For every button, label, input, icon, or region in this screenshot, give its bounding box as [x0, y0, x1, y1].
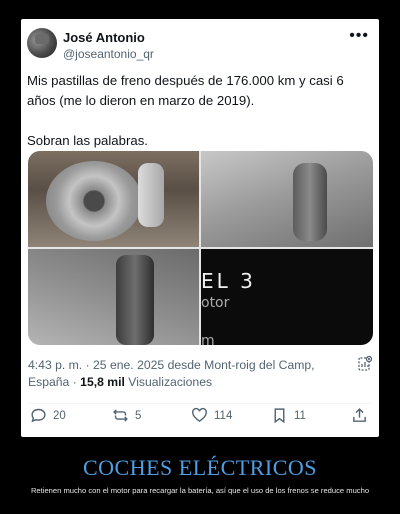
retweet-count: 5 [135, 409, 142, 422]
media-photo-brake-pad-closeup[interactable] [28, 249, 199, 345]
views-label: Visualizaciones [128, 375, 213, 389]
media-text: m [201, 333, 215, 345]
share-icon [353, 408, 366, 422]
media-text: EL 3 [201, 269, 256, 293]
caption-title: COCHES ELÉCTRICOS [82, 455, 318, 480]
reply-count: 20 [53, 409, 66, 422]
views-count: 15,8 mil [80, 375, 125, 389]
bookmark-button[interactable]: 11 [271, 407, 306, 424]
brake-pad-image [293, 163, 327, 241]
action-bar: 20 5 114 11 [21, 407, 379, 429]
media-photo-brake-pad[interactable] [201, 151, 373, 247]
media-grid: EL 3 otor m [28, 151, 373, 345]
author-name[interactable]: José Antonio [63, 30, 145, 45]
tweet-text-paragraph: Sobran las palabras. [27, 133, 148, 148]
bookmark-icon [274, 408, 285, 424]
retweet-icon [113, 409, 128, 422]
divider [28, 403, 372, 404]
share-button[interactable] [351, 407, 368, 424]
tweet-text: Mis pastillas de freno después de 176.00… [27, 71, 372, 151]
media-text: otor [201, 295, 230, 311]
reply-button[interactable]: 20 [30, 407, 66, 424]
avatar[interactable] [27, 28, 57, 58]
tweet-card: José Antonio @joseantonio_qr ••• Mis pas… [21, 19, 379, 437]
tweet-text-paragraph: Mis pastillas de freno después de 176.00… [27, 73, 344, 108]
media-photo-brake-disc[interactable] [28, 151, 199, 247]
brake-rotor-image [46, 161, 142, 241]
like-button[interactable]: 114 [191, 407, 232, 424]
caption-subtitle: Retienen mucho con el motor para recarga… [30, 486, 370, 495]
reply-icon [31, 408, 46, 423]
heart-icon [192, 407, 207, 423]
tweet-metadata: 4:43 p. m. · 25 ene. 2025 desde Mont-roi… [28, 357, 358, 391]
brake-caliper-image [138, 163, 164, 227]
brake-pad-image [116, 255, 154, 345]
like-count: 114 [214, 409, 233, 422]
retweet-button[interactable]: 5 [112, 407, 141, 424]
more-options-icon[interactable]: ••• [349, 27, 369, 45]
bookmark-count: 11 [294, 409, 306, 422]
stats-icon[interactable] [358, 356, 372, 372]
author-handle[interactable]: @joseantonio_qr [63, 47, 154, 61]
media-photo-model-badge[interactable]: EL 3 otor m [201, 249, 373, 345]
